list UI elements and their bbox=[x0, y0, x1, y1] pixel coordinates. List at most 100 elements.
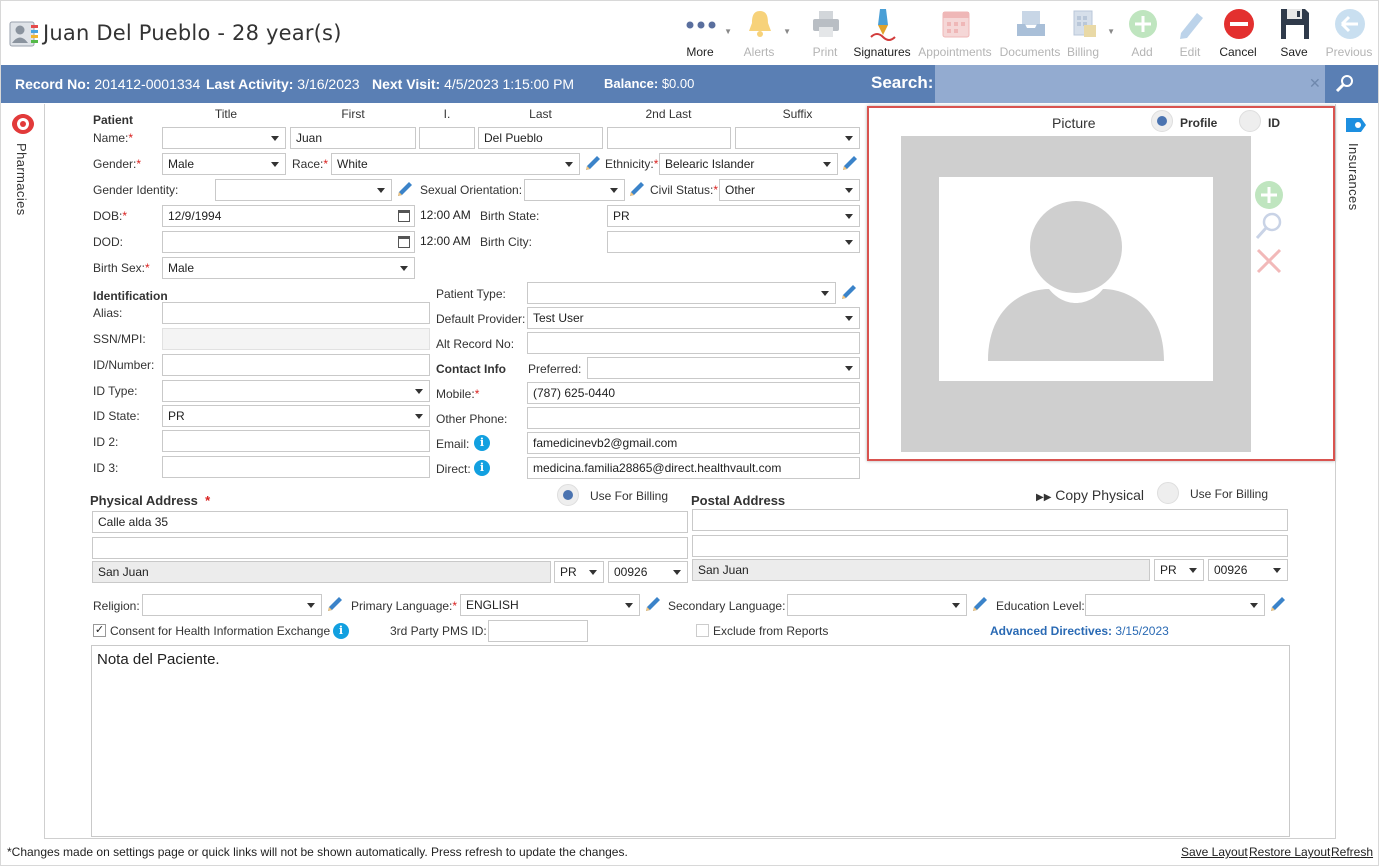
billing-icon bbox=[1073, 10, 1096, 37]
id3-input[interactable] bbox=[162, 456, 430, 478]
restore-layout-link[interactable]: Restore Layout bbox=[1249, 845, 1330, 859]
primary-language-select[interactable]: ENGLISH bbox=[460, 594, 640, 616]
signature-pen-icon bbox=[870, 9, 896, 41]
more-button[interactable]: ▼ More bbox=[674, 5, 732, 61]
postal-zip-select[interactable]: 00926 bbox=[1208, 559, 1288, 581]
id-state-select[interactable]: PR bbox=[162, 405, 430, 427]
advanced-directives-link[interactable]: Advanced Directives: 3/15/2023 bbox=[990, 624, 1169, 638]
physical-city-input[interactable]: San Juan bbox=[92, 561, 551, 583]
mobile-input[interactable]: (787) 625-0440 bbox=[527, 382, 860, 404]
suffix-select[interactable] bbox=[735, 127, 860, 149]
pencil-icon[interactable] bbox=[970, 594, 990, 614]
postal-state-select[interactable]: PR bbox=[1154, 559, 1204, 581]
direct-input[interactable]: medicina.familia28865@direct.healthvault… bbox=[527, 457, 860, 479]
email-input[interactable]: famedicinevb2@gmail.com bbox=[527, 432, 860, 454]
insurances-side-tab[interactable]: Insurances bbox=[1341, 113, 1371, 223]
birth-state-select[interactable]: PR bbox=[607, 205, 860, 227]
signatures-button[interactable]: Signatures bbox=[853, 5, 911, 61]
postal-use-billing-radio[interactable] bbox=[1157, 482, 1179, 504]
delete-picture-icon[interactable] bbox=[1254, 246, 1284, 276]
last-name-input[interactable]: Del Pueblo bbox=[478, 127, 603, 149]
race-select[interactable]: White bbox=[331, 153, 580, 175]
search-button[interactable] bbox=[1325, 65, 1365, 103]
patient-notes-textarea[interactable]: Nota del Paciente. bbox=[91, 645, 1290, 837]
physical-line2-input[interactable] bbox=[92, 537, 688, 559]
pencil-icon[interactable] bbox=[643, 594, 663, 614]
close-icon[interactable]: ✕ bbox=[1309, 75, 1321, 92]
pencil-icon[interactable] bbox=[325, 594, 345, 614]
sexual-orientation-select[interactable] bbox=[524, 179, 625, 201]
ethnicity-select[interactable]: Belearic Islander bbox=[659, 153, 838, 175]
id-radio[interactable] bbox=[1239, 110, 1261, 132]
default-provider-select[interactable]: Test User bbox=[527, 307, 860, 329]
refresh-link[interactable]: Refresh bbox=[1331, 845, 1373, 859]
footer-note: *Changes made on settings page or quick … bbox=[7, 845, 628, 859]
dob-time[interactable]: 12:00 AM bbox=[418, 205, 476, 227]
gender-identity-select[interactable] bbox=[215, 179, 392, 201]
pencil-icon[interactable] bbox=[627, 179, 647, 199]
third-party-input[interactable] bbox=[488, 620, 588, 642]
pencil-icon[interactable] bbox=[583, 153, 603, 173]
ssn-input[interactable] bbox=[162, 328, 430, 350]
patient-type-select[interactable] bbox=[527, 282, 836, 304]
id-type-select[interactable] bbox=[162, 380, 430, 402]
email-label: Email: bbox=[436, 437, 470, 451]
previous-button[interactable]: Previous bbox=[1323, 5, 1375, 61]
alerts-button[interactable]: ▼ Alerts bbox=[733, 5, 791, 61]
add-picture-icon[interactable] bbox=[1254, 180, 1284, 210]
appointments-button[interactable]: Appointments bbox=[918, 5, 992, 61]
dod-time[interactable]: 12:00 AM bbox=[418, 231, 476, 253]
save-layout-link[interactable]: Save Layout bbox=[1181, 845, 1248, 859]
secondary-language-select[interactable] bbox=[787, 594, 967, 616]
postal-line2-input[interactable] bbox=[692, 535, 1288, 557]
calendar-icon[interactable] bbox=[398, 236, 410, 248]
consent-checkbox[interactable]: ✓ bbox=[93, 624, 106, 637]
info-icon[interactable]: i bbox=[474, 435, 490, 451]
pencil-icon[interactable] bbox=[840, 153, 860, 173]
education-level-select[interactable] bbox=[1085, 594, 1265, 616]
pencil-icon[interactable] bbox=[395, 179, 415, 199]
id-type-label: ID Type: bbox=[93, 384, 138, 398]
id-number-input[interactable] bbox=[162, 354, 430, 376]
other-phone-input[interactable] bbox=[527, 407, 860, 429]
billing-button[interactable]: ▼ Billing bbox=[1057, 5, 1115, 61]
dob-input[interactable]: 12/9/1994 bbox=[162, 205, 415, 227]
calendar-icon[interactable] bbox=[398, 210, 410, 222]
physical-state-select[interactable]: PR bbox=[554, 561, 604, 583]
physical-use-billing-radio[interactable] bbox=[557, 484, 579, 506]
patient-type-label: Patient Type: bbox=[436, 287, 506, 301]
dod-input[interactable] bbox=[162, 231, 415, 253]
zoom-icon[interactable] bbox=[1254, 211, 1284, 241]
exclude-reports-checkbox[interactable] bbox=[696, 624, 709, 637]
info-icon[interactable]: i bbox=[333, 623, 349, 639]
title-select[interactable] bbox=[162, 127, 286, 149]
pencil-icon[interactable] bbox=[839, 282, 859, 302]
physical-line1-input[interactable]: Calle alda 35 bbox=[92, 511, 688, 533]
birth-sex-select[interactable]: Male bbox=[162, 257, 415, 279]
gender-select[interactable]: Male bbox=[162, 153, 286, 175]
direct-label: Direct: bbox=[436, 462, 471, 476]
alt-record-input[interactable] bbox=[527, 332, 860, 354]
postal-line1-input[interactable] bbox=[692, 509, 1288, 531]
religion-select[interactable] bbox=[142, 594, 322, 616]
postal-city-input[interactable]: San Juan bbox=[692, 559, 1150, 581]
preferred-select[interactable] bbox=[587, 357, 860, 379]
id2-input[interactable] bbox=[162, 430, 430, 452]
physical-zip-select[interactable]: 00926 bbox=[608, 561, 688, 583]
pencil-icon[interactable] bbox=[1268, 594, 1288, 614]
birth-city-select[interactable] bbox=[607, 231, 860, 253]
save-button[interactable]: Save bbox=[1268, 5, 1320, 61]
initial-input[interactable] bbox=[419, 127, 475, 149]
birth-state-label: Birth State: bbox=[480, 209, 540, 223]
cancel-button[interactable]: Cancel bbox=[1212, 5, 1264, 61]
first-name-input[interactable]: Juan bbox=[290, 127, 416, 149]
profile-radio[interactable] bbox=[1151, 110, 1173, 132]
pharmacies-side-tab[interactable]: Pharmacies bbox=[9, 113, 37, 223]
alias-input[interactable] bbox=[162, 302, 430, 324]
search-input[interactable] bbox=[935, 65, 1325, 103]
copy-physical-button[interactable]: ▶▶ Copy Physical bbox=[1036, 487, 1144, 503]
print-button[interactable]: Print bbox=[799, 5, 851, 61]
civil-status-select[interactable]: Other bbox=[719, 179, 860, 201]
info-icon[interactable]: i bbox=[474, 460, 490, 476]
second-last-input[interactable] bbox=[607, 127, 731, 149]
